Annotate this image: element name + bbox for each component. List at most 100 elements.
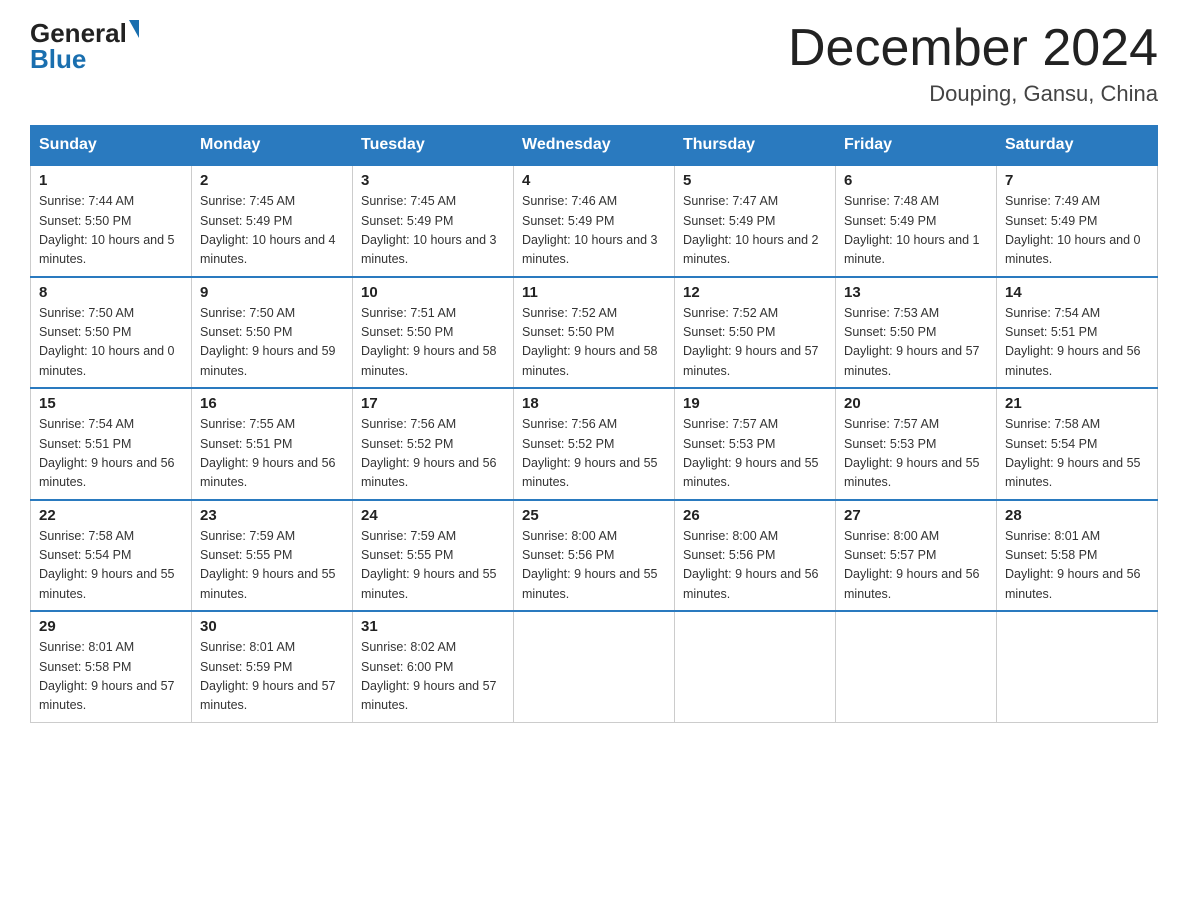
- day-number: 30: [200, 618, 344, 635]
- calendar-cell: 13 Sunrise: 7:53 AMSunset: 5:50 PMDayligh…: [836, 277, 997, 389]
- calendar-cell: 7 Sunrise: 7:49 AMSunset: 5:49 PMDaylight…: [997, 165, 1158, 277]
- calendar-cell: 20Sunrise: 7:57 AMSunset: 5:53 PMDayligh…: [836, 388, 997, 500]
- calendar-cell: 6 Sunrise: 7:48 AMSunset: 5:49 PMDaylight…: [836, 165, 997, 277]
- day-info: Sunrise: 7:54 AMSunset: 5:51 PMDaylight:…: [39, 415, 183, 493]
- month-title: December 2024: [788, 20, 1158, 77]
- week-row-2: 8 Sunrise: 7:50 AMSunset: 5:50 PMDaylight…: [31, 277, 1158, 389]
- weekday-thursday: Thursday: [675, 126, 836, 166]
- day-info: Sunrise: 7:58 AMSunset: 5:54 PMDaylight:…: [1005, 415, 1149, 493]
- day-info: Sunrise: 7:46 AMSunset: 5:49 PMDaylight:…: [522, 192, 666, 270]
- day-info: Sunrise: 8:01 AMSunset: 5:58 PMDaylight:…: [1005, 527, 1149, 605]
- day-info: Sunrise: 8:01 AMSunset: 5:59 PMDaylight:…: [200, 638, 344, 716]
- day-info: Sunrise: 7:54 AMSunset: 5:51 PMDaylight:…: [1005, 304, 1149, 382]
- calendar-cell: 14 Sunrise: 7:54 AMSunset: 5:51 PMDayligh…: [997, 277, 1158, 389]
- calendar-cell: 30 Sunrise: 8:01 AMSunset: 5:59 PMDayligh…: [192, 611, 353, 722]
- logo-general-text: General: [30, 20, 127, 46]
- day-info: Sunrise: 7:49 AMSunset: 5:49 PMDaylight:…: [1005, 192, 1149, 270]
- weekday-tuesday: Tuesday: [353, 126, 514, 166]
- day-number: 17: [361, 395, 505, 412]
- day-number: 3: [361, 172, 505, 189]
- day-number: 16: [200, 395, 344, 412]
- calendar-cell: 11Sunrise: 7:52 AMSunset: 5:50 PMDayligh…: [514, 277, 675, 389]
- day-number: 27: [844, 507, 988, 524]
- calendar-cell: 21 Sunrise: 7:58 AMSunset: 5:54 PMDayligh…: [997, 388, 1158, 500]
- location-title: Douping, Gansu, China: [788, 81, 1158, 107]
- calendar-cell: 23Sunrise: 7:59 AMSunset: 5:55 PMDayligh…: [192, 500, 353, 612]
- day-number: 28: [1005, 507, 1149, 524]
- calendar-cell: 25Sunrise: 8:00 AMSunset: 5:56 PMDayligh…: [514, 500, 675, 612]
- calendar-cell: 4 Sunrise: 7:46 AMSunset: 5:49 PMDaylight…: [514, 165, 675, 277]
- calendar-cell: 5 Sunrise: 7:47 AMSunset: 5:49 PMDaylight…: [675, 165, 836, 277]
- calendar-cell: 8 Sunrise: 7:50 AMSunset: 5:50 PMDaylight…: [31, 277, 192, 389]
- day-number: 2: [200, 172, 344, 189]
- week-row-5: 29Sunrise: 8:01 AMSunset: 5:58 PMDayligh…: [31, 611, 1158, 722]
- day-number: 8: [39, 284, 183, 301]
- day-number: 12: [683, 284, 827, 301]
- calendar-cell: 12Sunrise: 7:52 AMSunset: 5:50 PMDayligh…: [675, 277, 836, 389]
- calendar-cell: 24 Sunrise: 7:59 AMSunset: 5:55 PMDayligh…: [353, 500, 514, 612]
- day-number: 13: [844, 284, 988, 301]
- calendar-cell: 1Sunrise: 7:44 AMSunset: 5:50 PMDaylight…: [31, 165, 192, 277]
- day-number: 1: [39, 172, 183, 189]
- day-number: 6: [844, 172, 988, 189]
- day-number: 5: [683, 172, 827, 189]
- day-info: Sunrise: 8:02 AMSunset: 6:00 PMDaylight:…: [361, 638, 505, 716]
- calendar-cell: 27 Sunrise: 8:00 AMSunset: 5:57 PMDayligh…: [836, 500, 997, 612]
- day-number: 10: [361, 284, 505, 301]
- day-info: Sunrise: 7:53 AMSunset: 5:50 PMDaylight:…: [844, 304, 988, 382]
- calendar-cell: 9Sunrise: 7:50 AMSunset: 5:50 PMDaylight…: [192, 277, 353, 389]
- day-info: Sunrise: 7:47 AMSunset: 5:49 PMDaylight:…: [683, 192, 827, 270]
- day-number: 14: [1005, 284, 1149, 301]
- calendar-cell: 15 Sunrise: 7:54 AMSunset: 5:51 PMDayligh…: [31, 388, 192, 500]
- day-info: Sunrise: 7:56 AMSunset: 5:52 PMDaylight:…: [522, 415, 666, 493]
- day-info: Sunrise: 8:00 AMSunset: 5:56 PMDaylight:…: [683, 527, 827, 605]
- calendar-cell: [514, 611, 675, 722]
- day-info: Sunrise: 7:45 AMSunset: 5:49 PMDaylight:…: [200, 192, 344, 270]
- calendar-cell: [997, 611, 1158, 722]
- calendar-cell: 31Sunrise: 8:02 AMSunset: 6:00 PMDayligh…: [353, 611, 514, 722]
- day-info: Sunrise: 7:51 AMSunset: 5:50 PMDaylight:…: [361, 304, 505, 382]
- weekday-friday: Friday: [836, 126, 997, 166]
- day-number: 21: [1005, 395, 1149, 412]
- calendar-cell: 3 Sunrise: 7:45 AMSunset: 5:49 PMDaylight…: [353, 165, 514, 277]
- calendar-cell: 28 Sunrise: 8:01 AMSunset: 5:58 PMDayligh…: [997, 500, 1158, 612]
- week-row-1: 1Sunrise: 7:44 AMSunset: 5:50 PMDaylight…: [31, 165, 1158, 277]
- day-info: Sunrise: 7:55 AMSunset: 5:51 PMDaylight:…: [200, 415, 344, 493]
- calendar-cell: 19 Sunrise: 7:57 AMSunset: 5:53 PMDayligh…: [675, 388, 836, 500]
- day-info: Sunrise: 8:00 AMSunset: 5:56 PMDaylight:…: [522, 527, 666, 605]
- week-row-4: 22 Sunrise: 7:58 AMSunset: 5:54 PMDayligh…: [31, 500, 1158, 612]
- day-info: Sunrise: 7:59 AMSunset: 5:55 PMDaylight:…: [361, 527, 505, 605]
- day-info: Sunrise: 7:48 AMSunset: 5:49 PMDaylight:…: [844, 192, 988, 270]
- day-info: Sunrise: 7:56 AMSunset: 5:52 PMDaylight:…: [361, 415, 505, 493]
- calendar-cell: 10 Sunrise: 7:51 AMSunset: 5:50 PMDayligh…: [353, 277, 514, 389]
- logo: General Blue: [30, 20, 139, 72]
- day-number: 23: [200, 507, 344, 524]
- weekday-monday: Monday: [192, 126, 353, 166]
- calendar-cell: 26 Sunrise: 8:00 AMSunset: 5:56 PMDayligh…: [675, 500, 836, 612]
- day-info: Sunrise: 8:00 AMSunset: 5:57 PMDaylight:…: [844, 527, 988, 605]
- day-info: Sunrise: 7:57 AMSunset: 5:53 PMDaylight:…: [844, 415, 988, 493]
- calendar-cell: 29Sunrise: 8:01 AMSunset: 5:58 PMDayligh…: [31, 611, 192, 722]
- calendar-cell: [675, 611, 836, 722]
- day-number: 9: [200, 284, 344, 301]
- day-info: Sunrise: 7:57 AMSunset: 5:53 PMDaylight:…: [683, 415, 827, 493]
- calendar-cell: 22 Sunrise: 7:58 AMSunset: 5:54 PMDayligh…: [31, 500, 192, 612]
- day-number: 7: [1005, 172, 1149, 189]
- day-number: 26: [683, 507, 827, 524]
- logo-blue-text: Blue: [30, 46, 86, 72]
- day-number: 19: [683, 395, 827, 412]
- day-number: 15: [39, 395, 183, 412]
- weekday-wednesday: Wednesday: [514, 126, 675, 166]
- day-info: Sunrise: 7:58 AMSunset: 5:54 PMDaylight:…: [39, 527, 183, 605]
- title-block: December 2024 Douping, Gansu, China: [788, 20, 1158, 107]
- day-info: Sunrise: 7:50 AMSunset: 5:50 PMDaylight:…: [39, 304, 183, 382]
- calendar-cell: 17 Sunrise: 7:56 AMSunset: 5:52 PMDayligh…: [353, 388, 514, 500]
- day-info: Sunrise: 7:45 AMSunset: 5:49 PMDaylight:…: [361, 192, 505, 270]
- day-number: 24: [361, 507, 505, 524]
- day-number: 4: [522, 172, 666, 189]
- page-header: General Blue December 2024 Douping, Gans…: [30, 20, 1158, 107]
- day-number: 22: [39, 507, 183, 524]
- weekday-sunday: Sunday: [31, 126, 192, 166]
- weekday-header-row: SundayMondayTuesdayWednesdayThursdayFrid…: [31, 126, 1158, 166]
- day-info: Sunrise: 8:01 AMSunset: 5:58 PMDaylight:…: [39, 638, 183, 716]
